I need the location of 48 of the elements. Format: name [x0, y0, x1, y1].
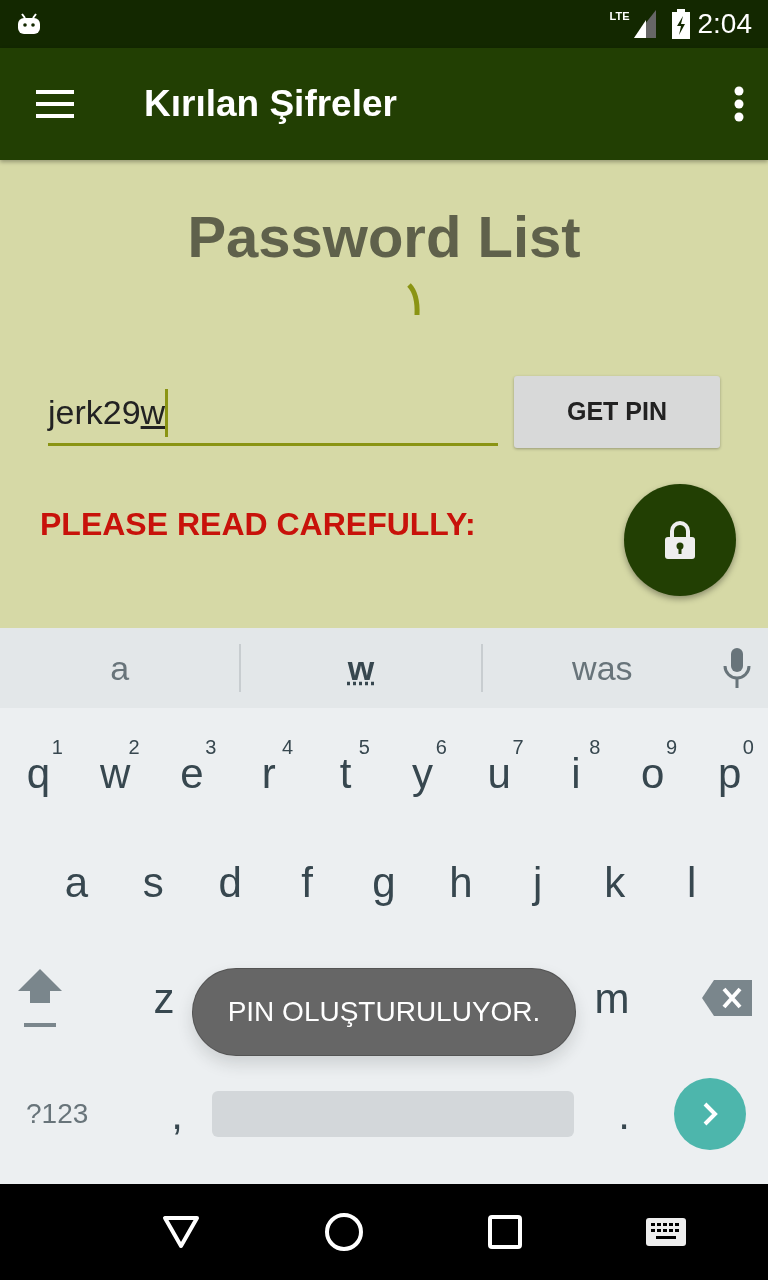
notification-robot-icon: [16, 12, 42, 36]
home-icon[interactable]: [324, 1212, 364, 1252]
key-hint: 7: [512, 734, 524, 760]
field-value: jerk29w: [48, 392, 166, 433]
key-hint: 3: [205, 734, 217, 760]
keyboard-key[interactable]: h: [422, 850, 500, 914]
key-hint: 2: [128, 734, 140, 760]
suggestion[interactable]: a: [0, 636, 240, 700]
keyboard-key[interactable]: a: [38, 850, 115, 914]
recents-icon[interactable]: [488, 1215, 522, 1249]
keyboard-key[interactable]: l: [653, 850, 730, 914]
key-hint: 9: [666, 734, 678, 760]
keyboard-key[interactable]: ,: [162, 1082, 192, 1146]
key-hint: 4: [282, 734, 294, 760]
suggestion[interactable]: w: [241, 636, 481, 700]
symbols-key[interactable]: ?123: [22, 1093, 142, 1135]
menu-icon[interactable]: [36, 90, 74, 118]
keyboard-key[interactable]: d: [191, 850, 269, 914]
keyboard-key[interactable]: .: [594, 1082, 654, 1146]
keyboard-key[interactable]: j: [499, 850, 577, 914]
lock-button[interactable]: [624, 484, 736, 596]
keyboard-key[interactable]: s: [114, 850, 192, 914]
network-type: LTE: [609, 9, 630, 24]
key-hint: 1: [51, 734, 63, 760]
key-hint: 5: [358, 734, 370, 760]
signal-icon: [633, 10, 656, 38]
shift-key-icon[interactable]: [16, 967, 64, 1029]
keyboard-icon[interactable]: [646, 1218, 686, 1246]
backspace-icon[interactable]: [702, 980, 752, 1016]
microphone-icon[interactable]: [722, 648, 752, 688]
keyboard-key[interactable]: g: [345, 850, 423, 914]
key-hint: 0: [742, 734, 754, 760]
back-icon[interactable]: [162, 1215, 200, 1249]
text-field[interactable]: jerk29w: [48, 382, 498, 446]
chevron-right-icon: [702, 1101, 718, 1127]
keyboard-key[interactable]: k: [576, 850, 654, 914]
toast-message: PIN OLUŞTURULUYOR.: [192, 968, 576, 1056]
status-time: 2:04: [697, 7, 752, 41]
suggestion[interactable]: was: [482, 636, 722, 700]
page-heading: Password List: [187, 208, 581, 266]
get-pin-button[interactable]: GET PIN: [514, 376, 720, 448]
warning-text: PLEASE READ CAREFULLY:: [40, 505, 476, 544]
overflow-menu-icon[interactable]: [734, 86, 744, 122]
app-title: Kırılan Şifreler: [144, 82, 398, 127]
battery-charging-icon: [671, 9, 690, 39]
lock-icon: [663, 520, 697, 560]
keyboard-key[interactable]: f: [268, 850, 346, 914]
key-hint: 6: [435, 734, 447, 760]
